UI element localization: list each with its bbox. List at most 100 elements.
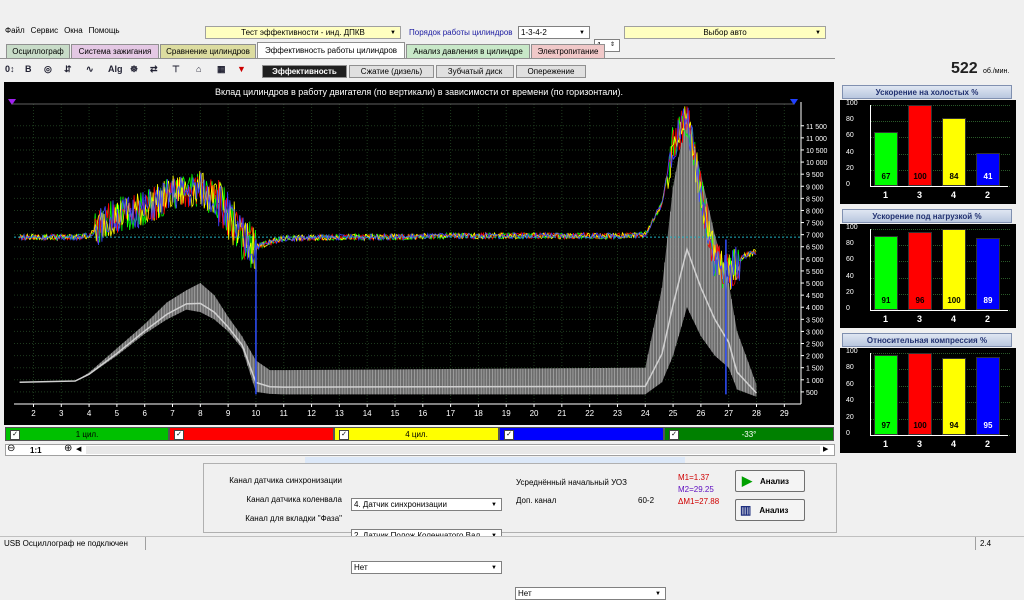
bar-x-axis [870, 186, 1008, 187]
x-tick-label: 2 [31, 409, 36, 418]
checkbox-icon[interactable]: ✓ [10, 430, 20, 440]
marker-icon[interactable]: ⇵ [64, 64, 72, 75]
horizontal-scrollbar[interactable] [86, 446, 820, 454]
cylinder-toggle-3[interactable]: ✓ 3 цил. [169, 427, 334, 441]
bar-y-tick: 60 [846, 132, 854, 140]
x-tick-label: 14 [363, 409, 372, 418]
rpm-unit: об./мин. [983, 68, 1010, 75]
y-tick-label: 1 000 [806, 378, 824, 385]
menu-service[interactable]: Сервис [31, 26, 58, 40]
x-tick-label: 11 [280, 409, 289, 418]
bar-y-tick: 100 [846, 100, 858, 107]
bar-y-tick: 0 [846, 305, 850, 312]
cylinder-label: 2 цил. [570, 429, 593, 439]
firing-order-select[interactable]: 1-3-4-2 ▼ [518, 26, 590, 39]
wave-icon[interactable]: ∿ [86, 64, 94, 75]
tab-pressure[interactable]: Анализ давления в цилиндре [406, 44, 530, 58]
subtab-label: Эффективность [272, 67, 337, 76]
subtab-efficiency[interactable]: Эффективность [262, 65, 347, 78]
tree-icon[interactable]: ☸ [130, 64, 138, 75]
auto-select[interactable]: Выбор авто ▼ [624, 26, 826, 39]
tab-divider [0, 58, 835, 59]
marker-m2: M2=29.25 [678, 485, 714, 494]
x-tick-label: 17 [446, 409, 455, 418]
load-accel-title: Ускорение под нагрузкой % [842, 209, 1012, 223]
tab-label: Эффективность работы цилиндров [264, 46, 398, 55]
zoom-out-icon[interactable]: ⊖ [7, 443, 15, 454]
checkbox-icon[interactable]: ✓ [174, 430, 184, 440]
scroll-left-icon[interactable]: ◀ [76, 445, 81, 453]
marker-delta: ΔM1=27.88 [678, 497, 720, 506]
chart-icon[interactable]: ▦ [217, 64, 226, 75]
cylinder-toggle-4[interactable]: ✓ 4 цил. [334, 427, 499, 441]
tab-oscilloscope[interactable]: Осциллограф [6, 44, 70, 58]
alg-icon[interactable]: Alg [108, 64, 123, 74]
spin-arrows-icon[interactable]: ⇕ [610, 41, 615, 48]
bold-icon[interactable]: B [25, 64, 32, 74]
test-select[interactable]: Тест эффективности - инд. ДПКВ ▼ [205, 26, 401, 39]
tab-label: Осциллограф [12, 47, 64, 56]
filter-icon[interactable]: ▼ [237, 64, 246, 74]
x-tick-label: 19 [502, 409, 511, 418]
alarm-icon[interactable]: ⌂ [196, 64, 201, 74]
aux-channel-select[interactable]: Нет ▼ [515, 587, 666, 600]
zoom-in-icon[interactable]: ⊕ [64, 443, 72, 454]
menu-windows[interactable]: Окна [64, 26, 83, 40]
bar-y-tick: 0 [846, 181, 850, 188]
cylinder-toggle-1[interactable]: ✓ 1 цил. [5, 427, 169, 441]
bar-y-tick: 40 [846, 272, 854, 280]
marker-m1: M1=1.37 [678, 473, 710, 482]
y-tick-label: 6 000 [806, 257, 824, 264]
measure-icon[interactable]: ⊤ [172, 64, 180, 75]
efficiency-chart[interactable]: Вклад цилиндров в работу двигателя (по в… [4, 82, 834, 425]
tab-cylinder-compare[interactable]: Сравнение цилиндров [160, 44, 256, 58]
tab-efficiency[interactable]: Эффективность работы цилиндров [257, 42, 405, 58]
bar-y-tick: 20 [846, 164, 854, 172]
tab-ignition[interactable]: Система зажигания [71, 44, 159, 58]
cylinder-toggle-2[interactable]: ✓ 2 цил. [499, 427, 664, 441]
phase-channel-select[interactable]: Нет ▼ [351, 561, 502, 574]
tab-power[interactable]: Электропитание [531, 44, 605, 58]
subtab-tooth-disc[interactable]: Зубчатый диск [436, 65, 514, 78]
bar-category: 3 [917, 190, 923, 200]
checkbox-icon[interactable]: ✓ [669, 430, 679, 440]
compression-chart: 0 20 40 60 80 100 97 1 100 3 94 4 95 2 [840, 348, 1016, 453]
chevron-down-icon: ▼ [390, 30, 396, 36]
bar-cylinder-2: 41 [976, 152, 1000, 186]
analyze-chart-button[interactable]: ▥ Анализ [735, 499, 805, 521]
bar-cylinder-1: 91 [874, 236, 898, 310]
y-tick-label: 500 [806, 390, 818, 397]
idle-accel-title: Ускорение на холостых % [842, 85, 1012, 99]
chevron-down-icon: ▼ [579, 30, 585, 36]
bar-value: 41 [983, 172, 993, 181]
bar-y-tick: 60 [846, 380, 854, 388]
cylinder-label: 1 цил. [75, 429, 99, 439]
y-tick-label: 8 000 [806, 208, 824, 215]
sync-channel-select[interactable]: 4. Датчик синхронизации ▼ [351, 498, 502, 511]
y-tick-label: 9 000 [806, 184, 824, 191]
checkbox-icon[interactable]: ✓ [504, 430, 514, 440]
bar-cylinder-1: 97 [874, 355, 898, 435]
phase-channel-label: Канал для вкладки "Фаза" [245, 514, 342, 523]
menu-file[interactable]: Файл [5, 26, 25, 40]
bar-cylinder-3: 100 [908, 353, 932, 435]
bar-y-tick: 20 [846, 288, 854, 296]
idle-accel-chart: 0 20 40 60 80 100 67 1 100 3 84 4 41 2 [840, 100, 1016, 204]
subtab-compression[interactable]: Сжатие (дизель) [349, 65, 434, 78]
status-text: USB Осциллограф не подключен [4, 539, 128, 548]
bar-cylinder-3: 100 [908, 105, 932, 186]
zoom-icon[interactable]: 0↕ [5, 64, 15, 74]
rpm-icon[interactable]: ◎ [44, 64, 52, 75]
x-tick-label: 7 [170, 409, 175, 418]
bar-cylinder-1: 67 [874, 131, 898, 186]
checkbox-icon[interactable]: ✓ [339, 430, 349, 440]
menu-help[interactable]: Помощь [89, 26, 120, 40]
y-tick-label: 2 500 [806, 342, 824, 349]
bar-y-tick: 80 [846, 240, 854, 248]
phase-angle-toggle[interactable]: ✓ -33° [664, 427, 834, 441]
analyze-button[interactable]: ▶ Анализ [735, 470, 805, 492]
cursor-icon[interactable]: ⇄ [150, 64, 158, 75]
scroll-right-icon[interactable]: ▶ [823, 445, 828, 453]
subtab-advance[interactable]: Опережение [516, 65, 586, 78]
x-tick-label: 9 [226, 409, 231, 418]
